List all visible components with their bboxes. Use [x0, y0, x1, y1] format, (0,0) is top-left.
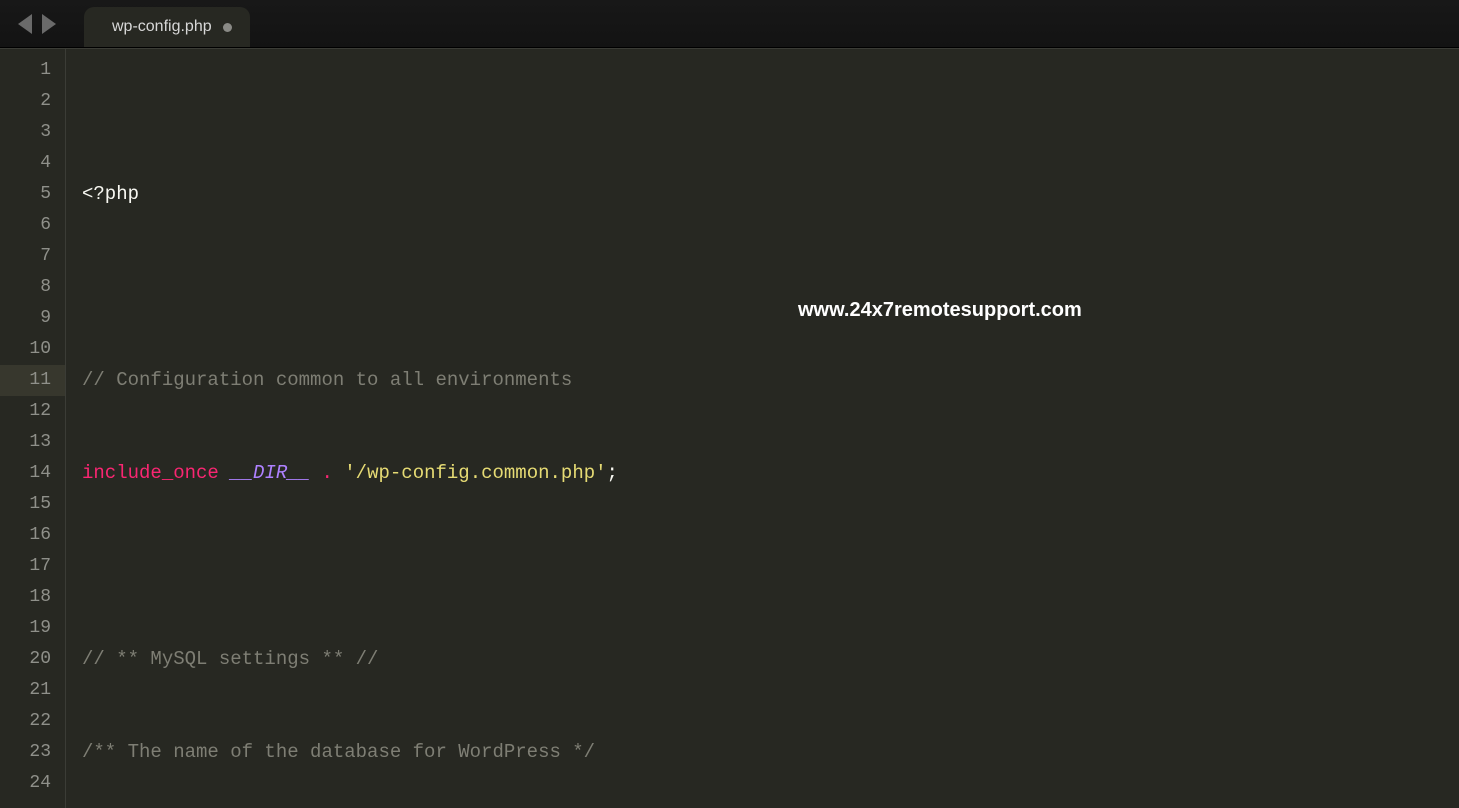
line-number: 3 — [0, 117, 65, 148]
line-number: 21 — [0, 675, 65, 706]
line-number: 4 — [0, 148, 65, 179]
line-number: 2 — [0, 86, 65, 117]
code-line: include_once __DIR__ . '/wp-config.commo… — [82, 458, 1459, 489]
line-number: 5 — [0, 179, 65, 210]
nav-arrows — [0, 14, 74, 34]
code-line: // Configuration common to all environme… — [82, 365, 1459, 396]
line-number: 13 — [0, 427, 65, 458]
code-line: /** The name of the database for WordPre… — [82, 737, 1459, 768]
line-number: 11 — [0, 365, 65, 396]
line-number: 20 — [0, 644, 65, 675]
minimap[interactable] — [1455, 49, 1459, 808]
nav-back-icon[interactable] — [18, 14, 32, 34]
line-number: 24 — [0, 768, 65, 799]
titlebar: wp-config.php — [0, 0, 1459, 48]
code-area[interactable]: www.24x7remotesupport.com <?php // Confi… — [66, 49, 1459, 808]
code-line — [82, 272, 1459, 303]
line-number: 23 — [0, 737, 65, 768]
line-number: 16 — [0, 520, 65, 551]
line-number: 12 — [0, 396, 65, 427]
line-number: 14 — [0, 458, 65, 489]
code-line: // ** MySQL settings ** // — [82, 644, 1459, 675]
editor-window: wp-config.php 12345678910111213141516171… — [0, 0, 1459, 808]
unsaved-dot-icon — [223, 23, 232, 32]
file-tab-label: wp-config.php — [112, 18, 212, 36]
line-number: 19 — [0, 613, 65, 644]
line-number: 15 — [0, 489, 65, 520]
code-line — [82, 551, 1459, 582]
file-tab[interactable]: wp-config.php — [84, 7, 250, 47]
line-number-gutter: 123456789101112131415161718192021222324 — [0, 49, 66, 808]
line-number: 7 — [0, 241, 65, 272]
code-line: <?php — [82, 179, 1459, 210]
tab-bar: wp-config.php — [74, 0, 250, 47]
line-number: 18 — [0, 582, 65, 613]
line-number: 9 — [0, 303, 65, 334]
line-number: 10 — [0, 334, 65, 365]
nav-forward-icon[interactable] — [42, 14, 56, 34]
line-number: 6 — [0, 210, 65, 241]
line-number: 1 — [0, 55, 65, 86]
line-number: 17 — [0, 551, 65, 582]
line-number: 22 — [0, 706, 65, 737]
line-number: 8 — [0, 272, 65, 303]
editor-area: 123456789101112131415161718192021222324 … — [0, 48, 1459, 808]
